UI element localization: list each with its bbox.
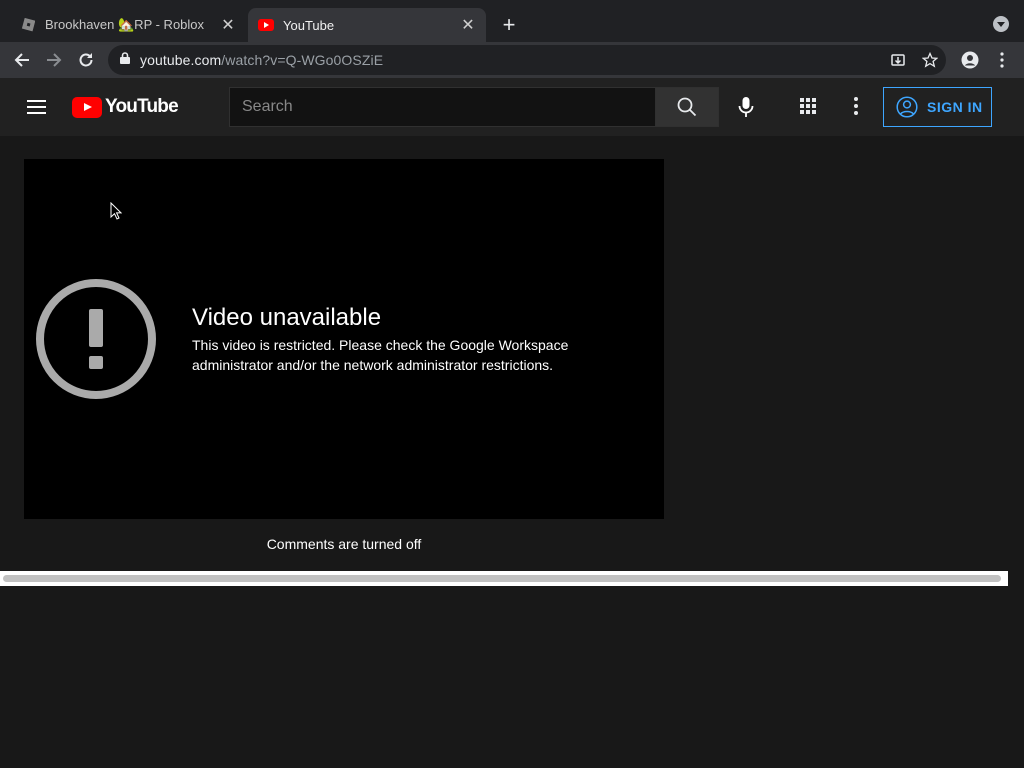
address-bar[interactable]: youtube.com/watch?v=Q-WGo0OSZiE <box>108 45 946 75</box>
install-app-icon[interactable] <box>884 45 912 75</box>
tab-title: YouTube <box>283 17 335 33</box>
close-tab-icon[interactable]: ✕ <box>216 13 240 37</box>
bookmark-star-icon[interactable] <box>916 45 944 75</box>
youtube-favicon-icon <box>258 17 274 33</box>
error-title: Video unavailable <box>192 304 382 331</box>
account-circle-icon <box>896 96 918 118</box>
error-message: This video is restricted. Please check t… <box>192 337 569 373</box>
browser-toolbar: youtube.com/watch?v=Q-WGo0OSZiE <box>0 42 1024 78</box>
horizontal-scrollbar[interactable] <box>0 571 1008 586</box>
voice-search-button[interactable] <box>729 90 763 124</box>
mouse-pointer-icon <box>110 201 123 220</box>
tab-search-icon[interactable] <box>993 16 1009 32</box>
scrollbar-thumb[interactable] <box>3 575 1001 582</box>
youtube-logo[interactable]: YouTube <box>72 94 179 120</box>
browser-menu-icon[interactable] <box>988 46 1016 74</box>
search-icon <box>677 97 697 117</box>
sign-in-label: SIGN IN <box>927 99 983 115</box>
error-exclamation-icon <box>36 279 156 399</box>
search-field[interactable] <box>229 87 656 127</box>
url-text[interactable]: youtube.com/watch?v=Q-WGo0OSZiE <box>140 52 383 68</box>
hamburger-menu-icon[interactable] <box>22 93 50 121</box>
tab-youtube[interactable]: YouTube ✕ <box>248 8 486 42</box>
forward-arrow-icon[interactable] <box>40 46 68 74</box>
search-input[interactable] <box>230 88 655 126</box>
apps-grid-icon[interactable] <box>794 92 822 120</box>
sign-in-button[interactable]: SIGN IN <box>883 87 992 127</box>
youtube-play-logo-icon <box>72 96 102 118</box>
settings-more-icon[interactable] <box>842 92 870 120</box>
browser-tabstrip: Brookhaven 🏡RP - Roblox ✕ YouTube ✕ + <box>0 0 1024 42</box>
search-button[interactable] <box>655 87 719 127</box>
tab-roblox[interactable]: Brookhaven 🏡RP - Roblox ✕ <box>10 8 246 42</box>
roblox-icon <box>20 17 36 33</box>
close-tab-icon[interactable]: ✕ <box>456 13 480 37</box>
page-bottom-area <box>0 586 1024 768</box>
new-tab-button[interactable]: + <box>496 12 522 38</box>
comments-disabled-message: Comments are turned off <box>266 536 422 552</box>
youtube-logo-text: YouTube <box>105 96 179 117</box>
back-arrow-icon[interactable] <box>8 46 36 74</box>
lock-icon[interactable] <box>120 51 130 69</box>
youtube-header: YouTube SIGN IN <box>0 78 1024 136</box>
microphone-icon <box>738 97 754 117</box>
vertical-scrollbar[interactable] <box>1008 136 1024 571</box>
reload-icon[interactable] <box>72 46 100 74</box>
profile-icon[interactable] <box>956 46 984 74</box>
tab-title: Brookhaven 🏡RP - Roblox <box>45 17 205 32</box>
